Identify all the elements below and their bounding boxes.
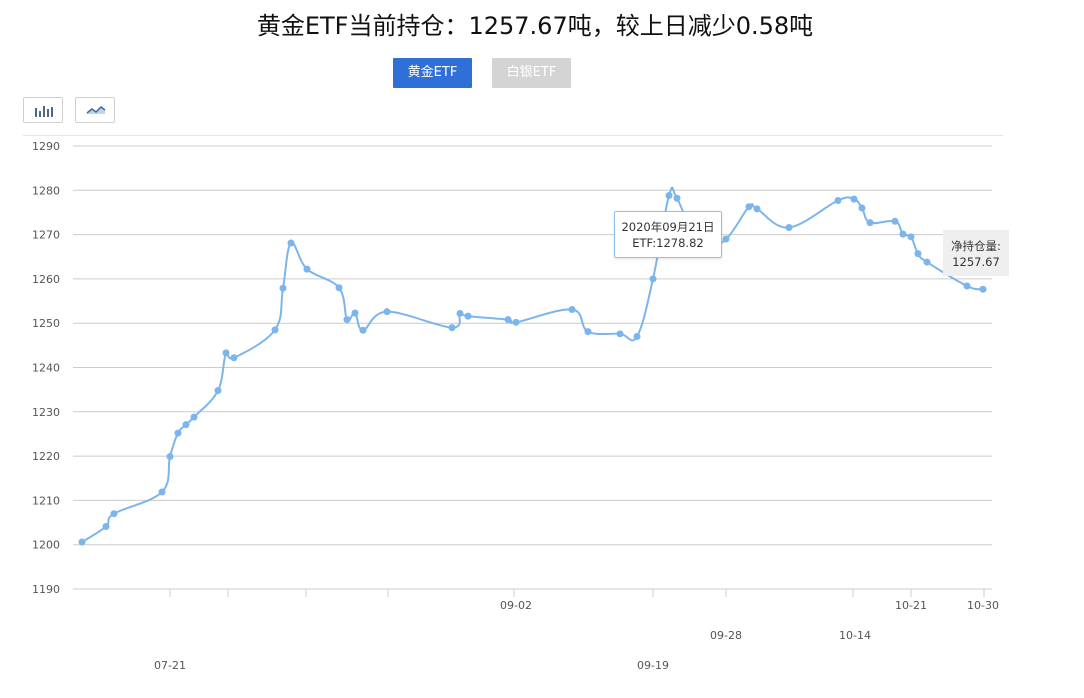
x-tick-label: 10-30 [967, 599, 999, 612]
y-tick-label: 1240 [32, 362, 60, 375]
data-point [351, 309, 359, 317]
data-point [383, 308, 391, 316]
data-point [512, 318, 520, 326]
net-holding-title: 净持仓量: [951, 239, 1001, 253]
y-tick-label: 1230 [32, 406, 60, 419]
data-point [222, 349, 230, 357]
tooltip-value: ETF:1278.82 [632, 236, 704, 250]
data-point [866, 219, 874, 227]
y-tick-label: 1280 [32, 184, 60, 197]
y-tick-label: 1210 [32, 494, 60, 507]
data-point [584, 328, 592, 336]
data-point [448, 324, 456, 332]
x-tick-label: 10-14 [839, 629, 871, 642]
y-tick-label: 1290 [32, 140, 60, 153]
data-point [899, 230, 907, 238]
data-point [343, 316, 351, 324]
data-point [287, 239, 295, 247]
data-point [673, 194, 681, 202]
data-point [158, 488, 166, 496]
data-point [335, 284, 343, 292]
data-point [616, 330, 624, 338]
data-point [214, 387, 222, 395]
data-tooltip: 2020年09月21日 ETF:1278.82 [614, 211, 722, 258]
y-tick-label: 1270 [32, 229, 60, 242]
data-point [359, 326, 367, 334]
data-point [78, 538, 86, 546]
y-tick-label: 1200 [32, 539, 60, 552]
data-point [649, 275, 657, 283]
data-point [102, 523, 110, 531]
y-tick-label: 1190 [32, 583, 60, 596]
data-point [182, 421, 190, 429]
data-point [633, 332, 641, 340]
data-point [834, 196, 842, 204]
data-point [785, 224, 793, 232]
data-point [166, 453, 174, 461]
data-point [568, 305, 576, 313]
tooltip-date: 2020年09月21日 [621, 220, 715, 234]
data-point [279, 284, 287, 292]
data-point [963, 282, 971, 290]
x-tick-label: 09-28 [710, 629, 742, 642]
data-point [850, 195, 858, 203]
data-point [464, 312, 472, 320]
data-point [722, 235, 730, 243]
data-point [271, 326, 279, 334]
data-point [753, 205, 761, 213]
data-point [190, 413, 198, 421]
net-holding-value: 1257.67 [952, 255, 1000, 269]
data-point [891, 217, 899, 225]
data-point [923, 258, 931, 266]
data-point [914, 250, 922, 258]
etf-line-chart: 1190 1200 1210 1220 1230 1240 1250 1260 1270 1280… [32, 140, 999, 672]
x-tick-label: 09-19 [637, 659, 669, 672]
data-point [230, 354, 238, 362]
data-point [110, 510, 118, 518]
series-line [81, 186, 984, 543]
data-point [504, 316, 512, 324]
net-holding-label: 净持仓量: 1257.67 [943, 230, 1009, 276]
data-point [174, 429, 182, 437]
x-tick-label: 10-21 [895, 599, 927, 612]
data-point [303, 265, 311, 273]
y-tick-label: 1220 [32, 450, 60, 463]
x-tick-label: 09-02 [500, 599, 532, 612]
y-tick-label: 1260 [32, 273, 60, 286]
data-point [745, 203, 753, 211]
data-point [858, 204, 866, 212]
data-point [979, 285, 987, 293]
y-tick-label: 1250 [32, 317, 60, 330]
x-tick-label: 07-21 [154, 659, 186, 672]
data-point [907, 233, 915, 241]
data-point [665, 192, 673, 200]
data-point [456, 309, 464, 317]
